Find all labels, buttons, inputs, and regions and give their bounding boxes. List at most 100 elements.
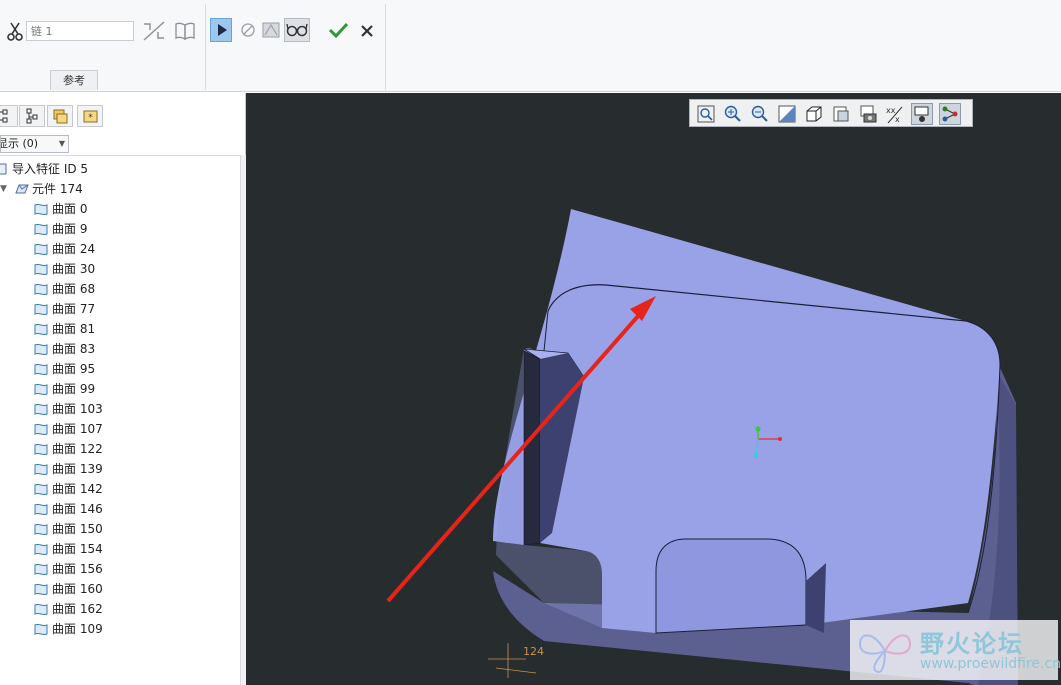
surface-icon <box>34 243 48 256</box>
surface-icon <box>34 323 48 336</box>
model-view <box>386 209 1018 685</box>
tree-item-label: 曲面 103 <box>52 402 103 416</box>
favorites-tab[interactable]: * <box>77 105 103 127</box>
surface-icon <box>34 543 48 556</box>
forum-watermark: 野火论坛 www.proewildfire.cn <box>850 620 1061 680</box>
tree-item-label: 曲面 107 <box>52 422 103 436</box>
refit-button[interactable] <box>695 103 717 125</box>
surface-icon <box>34 363 48 376</box>
verify-mode-icon <box>262 22 280 38</box>
model-slot <box>524 351 540 545</box>
pause-icon <box>241 23 255 37</box>
surface-icon <box>34 423 48 436</box>
watermark-url: www.proewildfire.cn <box>920 656 1061 672</box>
surface-icon <box>34 223 48 236</box>
chevron-down-icon: ▼ <box>58 139 65 148</box>
view-manager-icon <box>860 105 877 123</box>
surface-icon <box>34 303 48 316</box>
references-tab[interactable]: 参考 <box>50 70 98 90</box>
annotation-display-button[interactable] <box>911 103 933 125</box>
repaint-icon <box>778 105 796 123</box>
ok-button[interactable] <box>326 18 352 42</box>
annotation-display-icon <box>914 106 929 122</box>
tree-item-label: 曲面 154 <box>52 542 103 556</box>
chain-input[interactable] <box>26 21 134 41</box>
import-feature-icon <box>0 163 7 175</box>
tree-item-label: 元件 174 <box>32 182 83 196</box>
datum-display-button[interactable]: xx x <box>884 103 906 125</box>
model-tree-icon <box>0 109 8 123</box>
zoom-in-button[interactable] <box>722 103 744 125</box>
tree-item-label: 曲面 99 <box>52 382 96 396</box>
tree-item-label: 曲面 83 <box>52 342 96 356</box>
folder-browser-icon <box>53 109 68 124</box>
surface-icon <box>34 203 48 216</box>
flip-direction-icon[interactable] <box>142 20 166 42</box>
cross-icon <box>361 25 373 37</box>
pause-button[interactable] <box>238 18 260 42</box>
surface-icon <box>34 263 48 276</box>
model-notch <box>655 538 807 634</box>
view-manager-button[interactable] <box>857 103 879 125</box>
graphics-window[interactable]: 124 xx x 野火论坛 www.proewildfire.cn <box>246 93 1061 685</box>
svg-text:xx: xx <box>886 106 896 115</box>
tree-item-label: 曲面 146 <box>52 502 103 516</box>
surface-icon <box>34 443 48 456</box>
cancel-button[interactable] <box>356 18 378 42</box>
favorites-icon: * <box>83 110 98 123</box>
preview-button[interactable] <box>284 18 310 42</box>
play-button[interactable] <box>210 18 232 42</box>
expand-caret-icon[interactable]: ▼ <box>0 179 7 199</box>
zoom-out-icon <box>751 105 768 122</box>
saved-views-button[interactable] <box>830 103 852 125</box>
play-icon <box>218 24 227 36</box>
watermark-title: 野火论坛 <box>920 630 1024 658</box>
checkmark-icon <box>328 22 349 39</box>
layer-tree-icon <box>26 108 38 124</box>
display-style-icon <box>806 106 822 122</box>
verify-button[interactable] <box>260 18 282 42</box>
tree-item-label: 曲面 150 <box>52 522 103 536</box>
scissors-icon[interactable] <box>6 20 24 42</box>
tree-item-label: 曲面 68 <box>52 282 96 296</box>
tree-item-label: 曲面 139 <box>52 462 103 476</box>
tree-item-label: 曲面 160 <box>52 582 103 596</box>
tree-item-label: 导入特征 ID 5 <box>12 162 89 176</box>
refit-icon <box>697 105 715 123</box>
surface-icon <box>34 283 48 296</box>
svg-text:x: x <box>895 115 900 124</box>
tree-item-label: 曲面 95 <box>52 362 96 376</box>
tree-item-label: 曲面 122 <box>52 442 103 456</box>
repaint-button[interactable] <box>776 103 798 125</box>
part-icon <box>15 184 29 194</box>
folder-browser-tab[interactable] <box>47 105 73 127</box>
butterfly-logo-icon <box>858 634 912 673</box>
display-style-button[interactable] <box>803 103 825 125</box>
surface-icon <box>34 603 48 616</box>
surface-icon <box>34 563 48 576</box>
zoom-out-button[interactable] <box>749 103 771 125</box>
tree-item-label: 曲面 24 <box>52 242 96 256</box>
tree-item-label: 曲面 77 <box>52 302 96 316</box>
surface-icon <box>34 503 48 516</box>
spin-center-icon <box>942 106 958 122</box>
tree-item-label: 曲面 30 <box>52 262 96 276</box>
show-filter-dropdown[interactable]: 显示 (0) ▼ <box>0 135 69 153</box>
spin-center-button[interactable] <box>939 103 961 125</box>
model-tree-tab[interactable] <box>0 105 18 127</box>
group-separator <box>205 4 206 90</box>
surface-icon <box>34 383 48 396</box>
layer-tree-tab[interactable] <box>19 105 45 127</box>
tree-item-label: 曲面 109 <box>52 622 103 636</box>
glasses-icon <box>286 23 308 37</box>
surface-icon <box>34 403 48 416</box>
ribbon: 参考 <box>0 0 1061 92</box>
tree-item-label: 曲面 142 <box>52 482 103 496</box>
model-tree-panel: * 显示 (0) ▼ 导入特征 ID 5 ▼ 元件 174 曲面 0 曲面 9 曲面… <box>0 93 246 685</box>
surface-icon <box>34 343 48 356</box>
tree-item-label: 曲面 9 <box>52 222 88 236</box>
open-book-icon[interactable] <box>174 21 196 41</box>
tree-item-label: 曲面 0 <box>52 202 88 216</box>
group-separator <box>385 4 386 90</box>
tree-item-label: 曲面 162 <box>52 602 103 616</box>
